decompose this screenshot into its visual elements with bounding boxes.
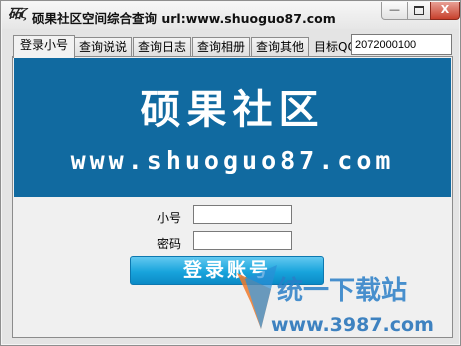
window-title: 硕果社区空间综合查询 url:www.shuoguo87.com bbox=[32, 11, 336, 26]
login-panel: 硕果社区 www.shuoguo87.com 小号 密码 登录账号 bbox=[12, 56, 453, 338]
app-logo-icon: 砳ζ bbox=[8, 7, 28, 22]
banner-url: www.shuoguo87.com bbox=[70, 146, 395, 175]
account-input[interactable] bbox=[193, 205, 292, 224]
password-input[interactable] bbox=[193, 231, 292, 250]
target-qq-input[interactable] bbox=[351, 34, 452, 55]
close-button[interactable]: X bbox=[430, 2, 460, 20]
brand-banner: 硕果社区 www.shuoguo87.com bbox=[14, 58, 451, 197]
banner-title: 硕果社区 bbox=[140, 87, 325, 133]
maximize-icon bbox=[414, 6, 424, 15]
tab-query-other[interactable]: 查询其他 bbox=[251, 37, 309, 57]
tab-query-blog[interactable]: 查询日志 bbox=[133, 37, 191, 57]
account-label: 小号 bbox=[157, 211, 182, 225]
maximize-button[interactable] bbox=[407, 2, 431, 20]
password-label: 密码 bbox=[157, 237, 182, 251]
app-window: 砳ζ 硕果社区空间综合查询 url:www.shuoguo87.com — X … bbox=[0, 0, 461, 346]
minimize-button[interactable]: — bbox=[381, 2, 408, 20]
title-bar[interactable]: 砳ζ 硕果社区空间综合查询 url:www.shuoguo87.com — X bbox=[2, 2, 460, 29]
login-button[interactable]: 登录账号 bbox=[130, 256, 324, 285]
tab-query-shuoshuo[interactable]: 查询说说 bbox=[74, 37, 132, 57]
tab-login-account[interactable]: 登录小号 bbox=[13, 35, 75, 58]
tab-query-album[interactable]: 查询相册 bbox=[192, 37, 250, 57]
